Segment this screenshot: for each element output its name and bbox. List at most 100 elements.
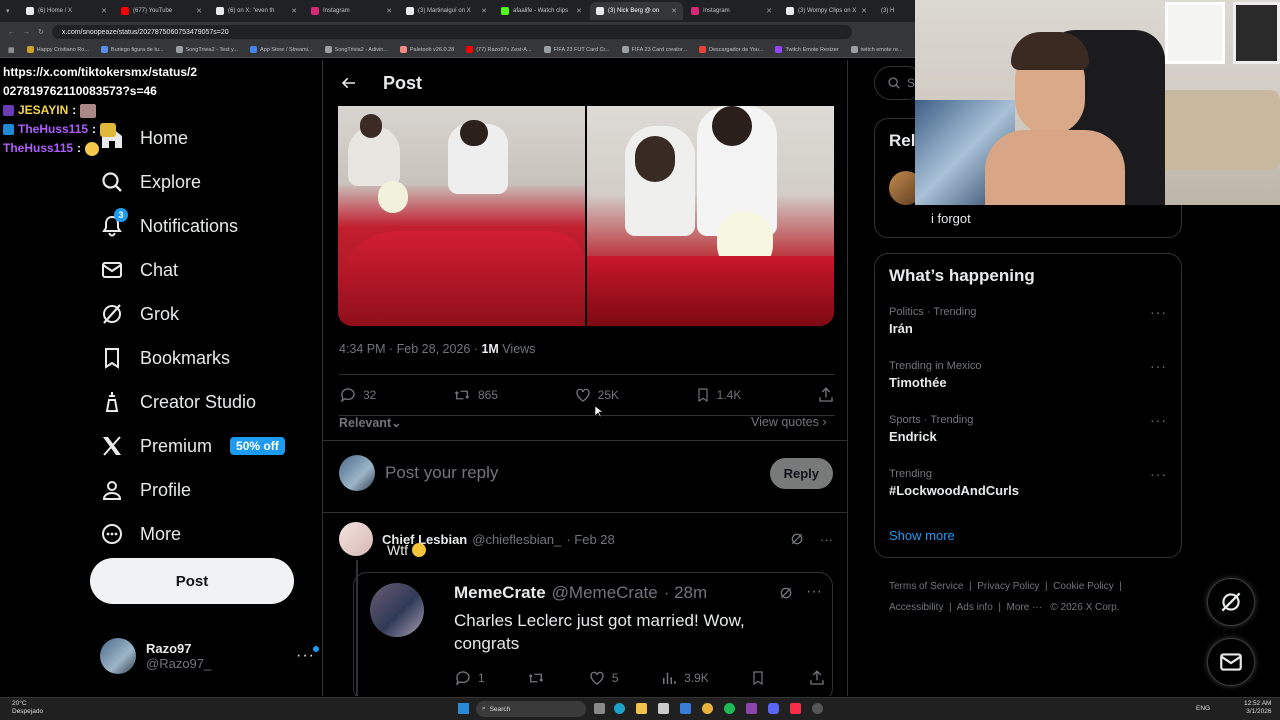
sort-dropdown[interactable]: Relevant⌄	[339, 415, 402, 430]
browser-tab[interactable]: (3) H	[875, 2, 905, 20]
music-icon[interactable]	[790, 703, 801, 714]
app-icon[interactable]	[812, 703, 823, 714]
close-icon[interactable]: ✕	[861, 7, 867, 15]
more-dots-icon[interactable]: ···	[1150, 304, 1167, 320]
browser-tab[interactable]: Instagram ✕	[685, 2, 778, 20]
trend-item[interactable]: Trending #LockwoodAndCurls ···	[889, 466, 1171, 498]
apps-grid-icon[interactable]: ▦	[8, 46, 15, 54]
bookmark-item[interactable]: FIFA 23 FUT Card Cr...	[543, 46, 610, 53]
share-action[interactable]	[808, 669, 826, 687]
nav-item-chat[interactable]: Chat	[100, 248, 285, 292]
author-handle[interactable]: @MemeCrate	[552, 583, 658, 603]
close-icon[interactable]: ✕	[766, 7, 772, 15]
nav-item-grok[interactable]: Grok	[100, 292, 285, 336]
forward-arrow-icon[interactable]: →	[23, 29, 30, 36]
reply-input[interactable]: Post your reply	[385, 463, 760, 483]
bookmark-item[interactable]: Buriego figura de tu...	[100, 46, 164, 53]
url-field[interactable]: x.com/snoopeaze/status/20278750607534790…	[51, 25, 852, 39]
browser-tab-active[interactable]: (3) Nick Berg @ on ✕	[590, 2, 683, 20]
quoted-tweet[interactable]: MemeCrate @MemeCrate · 28m ··· Charles L…	[353, 572, 833, 696]
messages-fab-button[interactable]	[1207, 638, 1255, 686]
grok-icon[interactable]	[778, 585, 794, 601]
reply-action[interactable]: 1	[454, 669, 485, 687]
footer-link[interactable]: Privacy Policy	[977, 581, 1039, 592]
post-button[interactable]: Post	[90, 558, 294, 604]
nav-item-more[interactable]: More	[100, 512, 285, 556]
bookmark-item[interactable]: Twitch Emote Resizer	[775, 46, 839, 53]
footer-link[interactable]: Cookie Policy	[1053, 581, 1114, 592]
nav-item-profile[interactable]: Profile	[100, 468, 285, 512]
close-icon[interactable]: ✕	[481, 7, 487, 15]
repost-action[interactable]	[526, 669, 546, 687]
more-dots-icon[interactable]: ···	[806, 583, 822, 601]
browser-tab[interactable]: (3) Wompy Clips on X ✕	[780, 2, 873, 20]
nav-item-explore[interactable]: Explore	[100, 160, 285, 204]
nav-item-bookmarks[interactable]: Bookmarks	[100, 336, 285, 380]
chrome-icon[interactable]	[702, 703, 713, 714]
bookmark-item[interactable]: FIFA 23 Card creator...	[621, 46, 687, 53]
close-icon[interactable]: ✕	[576, 7, 582, 15]
reply-button[interactable]: Reply	[769, 457, 833, 489]
bookmark-item[interactable]: App Store / Streami...	[249, 46, 313, 53]
back-arrow-icon[interactable]	[341, 75, 357, 91]
footer-link[interactable]: Accessibility	[889, 602, 943, 613]
clock[interactable]: 12:52 AM 3/1/2026	[1244, 700, 1271, 716]
app-icon[interactable]	[658, 703, 669, 714]
browser-tab[interactable]: (677) YouTube ✕	[115, 2, 208, 20]
close-icon[interactable]: ✕	[291, 7, 297, 15]
browser-tab[interactable]: Instagram ✕	[305, 2, 398, 20]
tab-search-icon[interactable]: ▾	[6, 7, 18, 15]
footer-link[interactable]: Terms of Service	[889, 581, 963, 592]
reply-action[interactable]: 32	[339, 386, 376, 404]
media-image-right[interactable]	[587, 106, 834, 326]
close-icon[interactable]: ✕	[196, 7, 202, 15]
like-action[interactable]: 5	[588, 669, 619, 687]
reload-icon[interactable]: ↻	[38, 28, 44, 36]
nav-item-notifications[interactable]: 3 Notifications	[100, 204, 285, 248]
reply-tweet[interactable]: Chief Lesbian @chieflesbian_ · Feb 28 ··…	[339, 522, 833, 558]
show-more-link[interactable]: Show more	[889, 528, 955, 543]
browser-tab[interactable]: (3) Martinalguí on X ✕	[400, 2, 493, 20]
browser-tab[interactable]: (6) on X: "even th ✕	[210, 2, 303, 20]
back-arrow-icon[interactable]: ←	[8, 29, 15, 36]
like-action[interactable]: 25K	[574, 386, 619, 404]
share-action[interactable]	[817, 386, 835, 404]
author-name[interactable]: MemeCrate	[454, 583, 546, 603]
taskbar-search[interactable]: ⌕ Search	[476, 701, 586, 717]
grok-icon[interactable]	[789, 531, 805, 547]
bookmark-item[interactable]: SongTrivia2 - Adivin...	[324, 46, 388, 53]
close-icon[interactable]: ✕	[101, 7, 107, 15]
close-icon[interactable]: ✕	[671, 7, 677, 15]
more-dots-icon[interactable]: ···	[1150, 466, 1167, 482]
trend-item[interactable]: Trending in Mexico Timothée ···	[889, 358, 1171, 390]
grok-fab-button[interactable]	[1207, 578, 1255, 626]
bookmark-action[interactable]: 1.4K	[695, 386, 741, 404]
post-media[interactable]	[338, 106, 834, 326]
bookmark-item[interactable]: Happy Cristiano Ro...	[26, 46, 89, 53]
spotify-icon[interactable]	[724, 703, 735, 714]
footer-link[interactable]: More ···	[1007, 602, 1043, 613]
browser-tab[interactable]: afaalife - Watch clips ✕	[495, 2, 588, 20]
views-action[interactable]: 3.9K	[660, 669, 709, 687]
more-dots-icon[interactable]: ···	[1150, 412, 1167, 428]
repost-action[interactable]: 865	[452, 386, 498, 404]
more-dots-icon[interactable]: ···	[1150, 358, 1167, 374]
folder-icon[interactable]	[636, 703, 647, 714]
nav-item-creator-studio[interactable]: Creator Studio	[100, 380, 285, 424]
app-icon[interactable]	[746, 703, 757, 714]
more-dots-icon[interactable]: ···	[820, 532, 833, 547]
language-indicator[interactable]: ENG	[1196, 705, 1210, 712]
app-icon[interactable]	[594, 703, 605, 714]
footer-link[interactable]: Ads info	[957, 602, 993, 613]
windows-start-icon[interactable]	[458, 703, 469, 714]
store-icon[interactable]	[680, 703, 691, 714]
view-quotes-link[interactable]: View quotes ›	[751, 415, 827, 429]
bookmark-item[interactable]: Paletoob v26.0.28	[399, 46, 454, 53]
bookmark-item[interactable]: Descargador de You...	[699, 46, 763, 53]
bookmark-item[interactable]: SongTrivia2 - Test y...	[175, 46, 238, 53]
edge-icon[interactable]	[614, 703, 625, 714]
discord-icon[interactable]	[768, 703, 779, 714]
weather-widget[interactable]: 20°C Despejado	[12, 700, 43, 716]
bookmark-item[interactable]: (77) Razo97s Zest-A...	[466, 46, 532, 53]
browser-tab[interactable]: (6) Home / X ✕	[20, 2, 113, 20]
